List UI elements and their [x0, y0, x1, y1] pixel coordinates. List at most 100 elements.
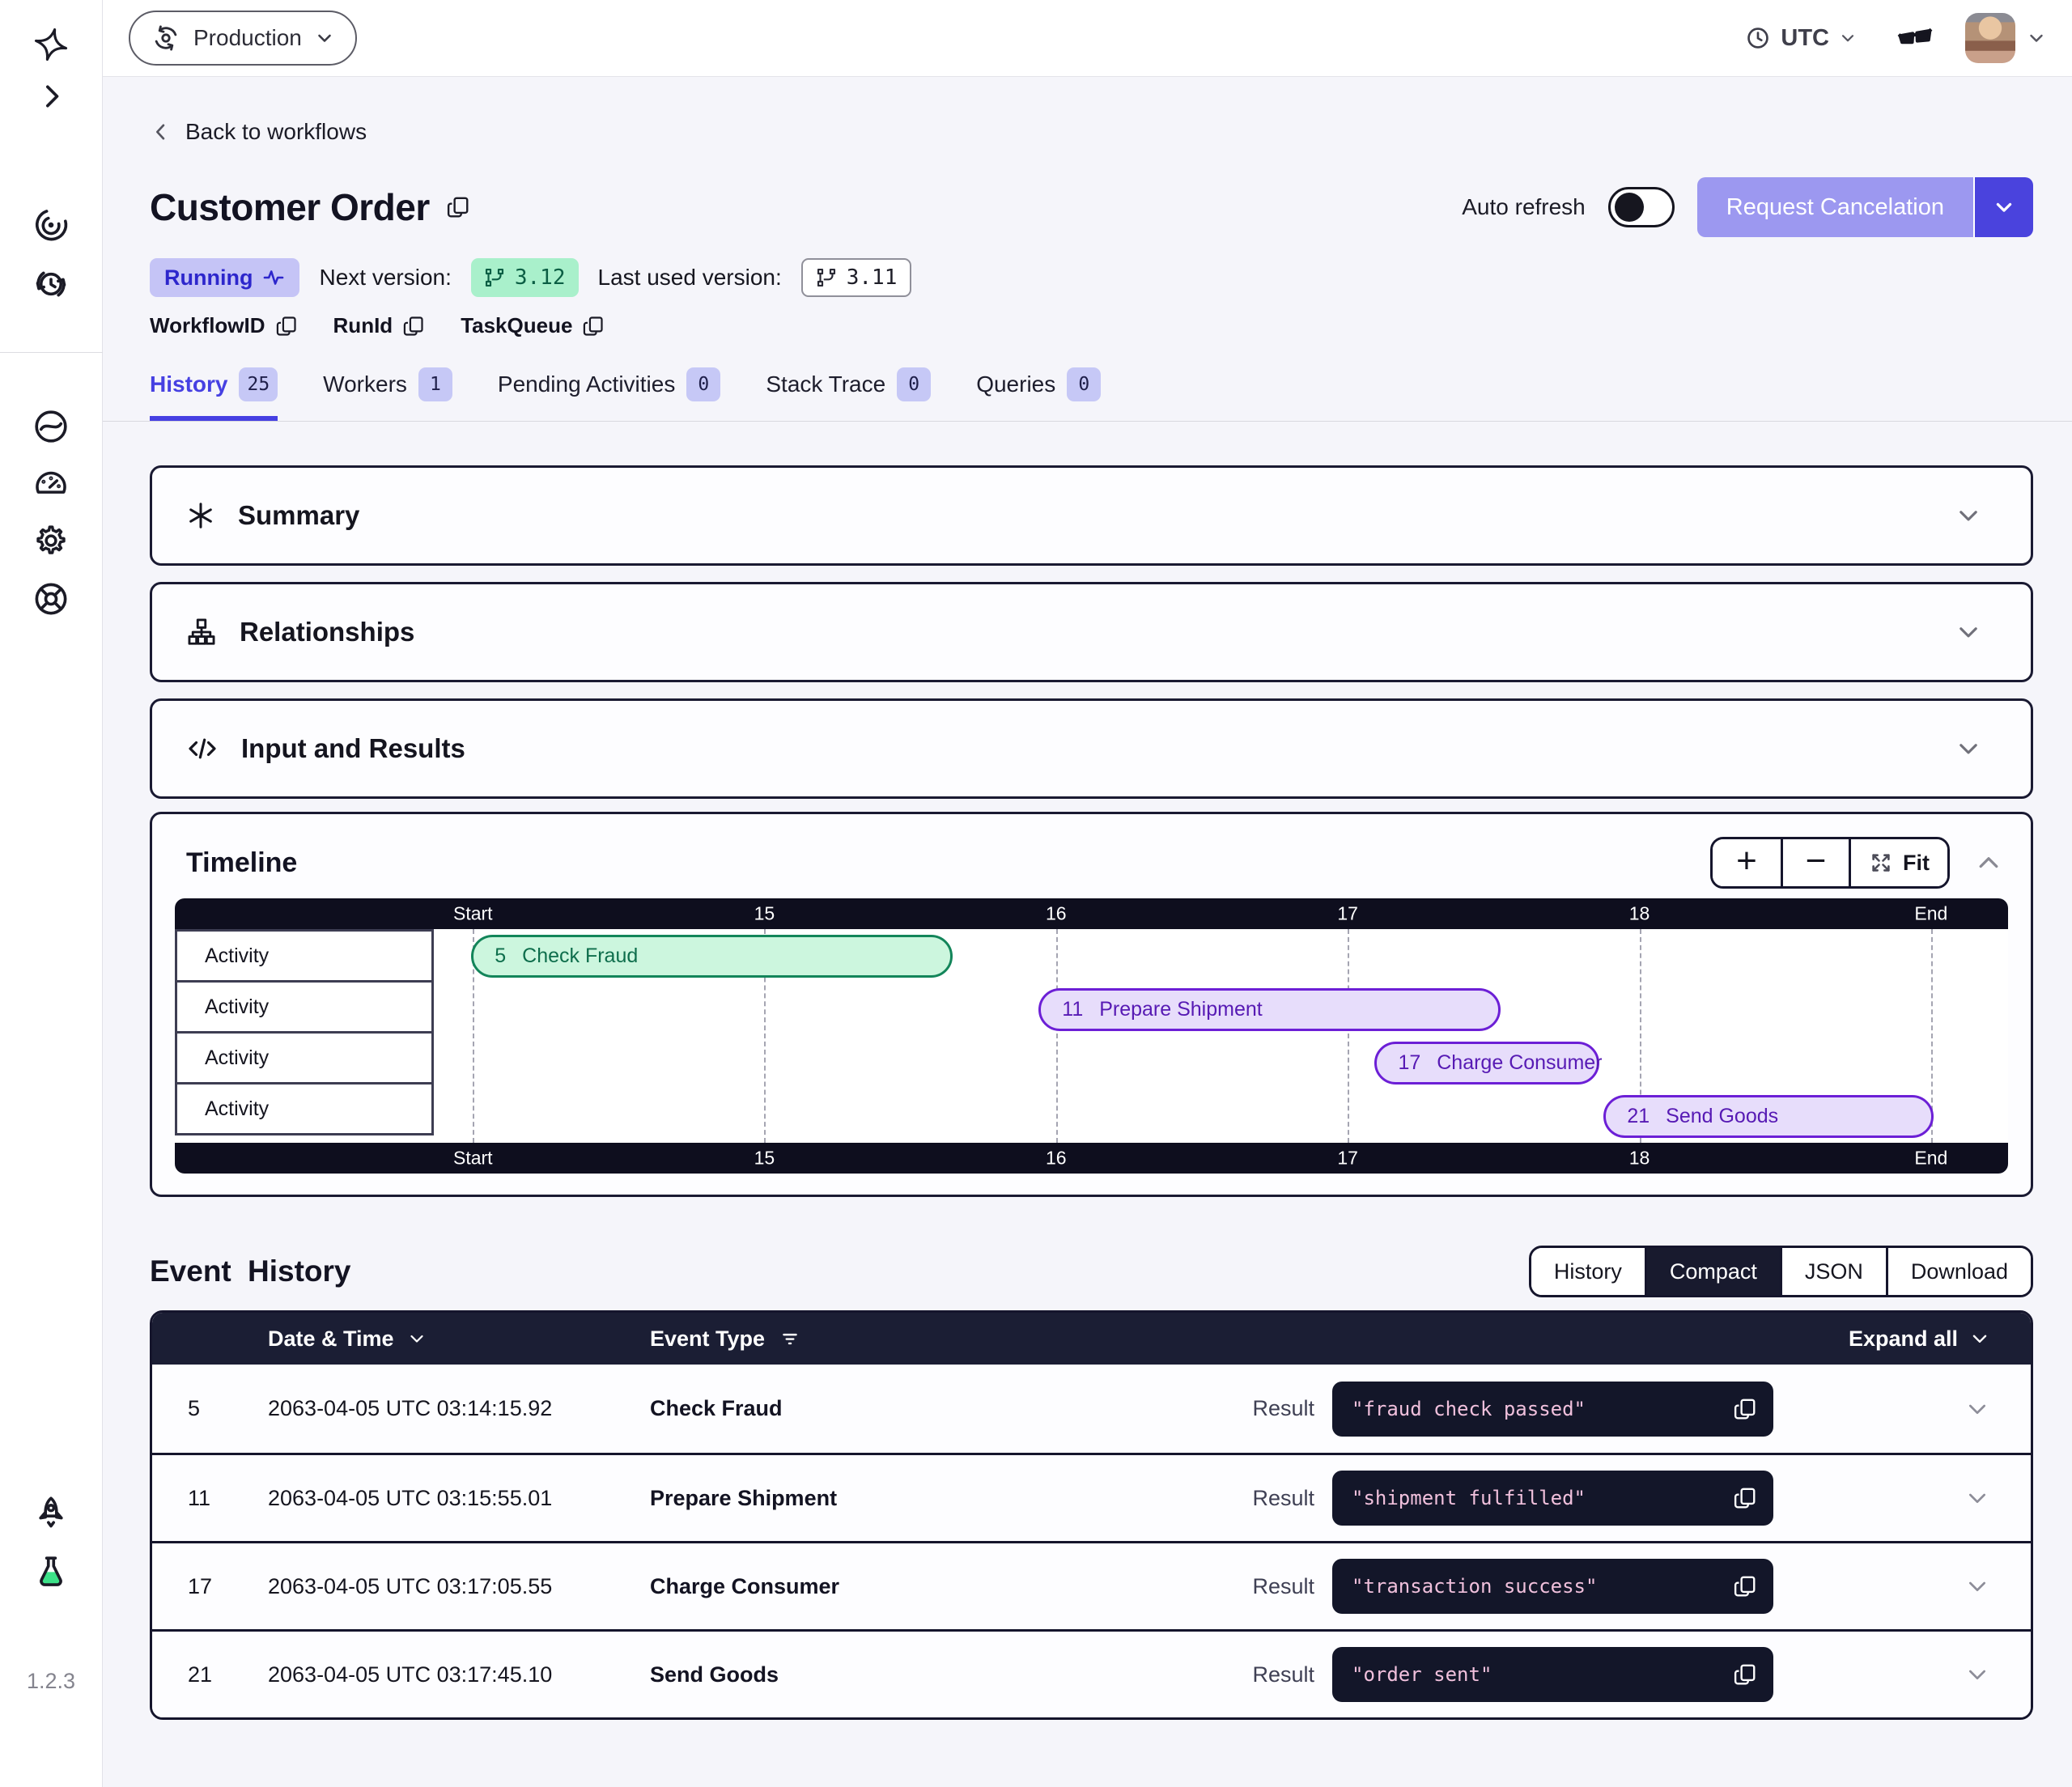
copy-result-icon[interactable]	[1733, 1486, 1757, 1510]
timezone-selector[interactable]: UTC	[1745, 25, 1857, 52]
timeline-header: Timeline + − Fit	[152, 814, 2031, 889]
event-type: Send Goods	[650, 1662, 1252, 1687]
sidebar-settings-gear-icon[interactable]	[33, 523, 69, 558]
chevron-left-icon	[150, 121, 172, 143]
chevron-down-icon	[1955, 735, 1982, 762]
zoom-out-button[interactable]: −	[1781, 839, 1849, 886]
row-expand-chevron-icon[interactable]	[1773, 1662, 1990, 1687]
section-card-summary[interactable]: Summary	[150, 465, 2033, 566]
sidebar: 1.2.3	[0, 0, 103, 1787]
event-row-charge-consumer[interactable]: 172063-04-05 UTC 03:17:05.55Charge Consu…	[152, 1541, 2031, 1629]
bar-event-id: 21	[1627, 1105, 1650, 1128]
timeline-collapse-chevron-icon[interactable]	[1974, 848, 2003, 877]
event-row-send-goods[interactable]: 212063-04-05 UTC 03:17:45.10Send GoodsRe…	[152, 1629, 2031, 1717]
timeline-axis-bottom: Start15161718End	[175, 1143, 2008, 1174]
copy-icon	[275, 315, 298, 337]
copy-result-icon[interactable]	[1733, 1574, 1757, 1598]
result-label: Result	[1252, 1486, 1314, 1511]
user-avatar[interactable]	[1965, 13, 2015, 63]
tab-count-badge: 0	[897, 367, 931, 401]
chevron-down-icon	[1839, 29, 1857, 47]
run-id-copy[interactable]: RunId	[333, 313, 426, 338]
timeline-zoom-controls: + − Fit	[1710, 837, 1950, 889]
row-expand-chevron-icon[interactable]	[1773, 1396, 1990, 1422]
row-expand-chevron-icon[interactable]	[1773, 1573, 1990, 1599]
timeline-bar-charge-consumer[interactable]: 17Charge Consumer	[1374, 1042, 1599, 1085]
view-button-history[interactable]: History	[1531, 1248, 1645, 1295]
timeline-axis-top: Start15161718End	[175, 898, 2008, 929]
temporal-logo-icon[interactable]	[33, 27, 69, 62]
sidebar-rocket-icon[interactable]	[32, 1494, 70, 1533]
tab-history[interactable]: History25	[150, 367, 278, 421]
bar-event-label: Prepare Shipment	[1099, 998, 1263, 1021]
task-queue-label: TaskQueue	[461, 313, 572, 338]
sidebar-expand-chevron-icon[interactable]	[35, 80, 67, 112]
sidebar-schedules-icon[interactable]	[32, 265, 70, 303]
event-type: Check Fraud	[650, 1396, 1252, 1421]
timeline-row-label: Activity	[175, 1031, 434, 1085]
workflow-title: Customer Order	[150, 185, 430, 229]
event-timestamp: 2063-04-05 UTC 03:17:45.10	[268, 1662, 650, 1687]
timeline-bar-prepare-shipment[interactable]: 11 Prepare Shipment	[1038, 988, 1500, 1031]
event-type-label: Event Type	[650, 1326, 765, 1352]
workflow-id-copy[interactable]: WorkflowID	[150, 313, 298, 338]
user-menu-chevron-icon[interactable]	[2027, 28, 2046, 48]
view-button-download[interactable]: Download	[1886, 1248, 2031, 1295]
timeline-row-labels: ActivityActivityActivityActivity	[175, 929, 434, 1143]
view-button-compact[interactable]: Compact	[1645, 1248, 1780, 1295]
timeline-tick-label: Start	[453, 1148, 493, 1169]
result-label: Result	[1252, 1396, 1314, 1421]
section-card-input-and-results[interactable]: Input and Results	[150, 698, 2033, 799]
expand-all-button[interactable]: Expand all	[1849, 1326, 1990, 1352]
tab-pending-activities[interactable]: Pending Activities0	[498, 367, 720, 421]
sidebar-usage-gauge-icon[interactable]	[33, 466, 69, 502]
event-history-title: Event History	[150, 1254, 351, 1288]
view-button-json[interactable]: JSON	[1780, 1248, 1886, 1295]
task-queue-copy[interactable]: TaskQueue	[461, 313, 605, 338]
timeline-tick-label: 15	[754, 1148, 775, 1169]
event-row-check-fraud[interactable]: 52063-04-05 UTC 03:14:15.92Check FraudRe…	[152, 1365, 2031, 1453]
event-type-column-header[interactable]: Event Type	[650, 1326, 1849, 1352]
event-type: Prepare Shipment	[650, 1486, 1252, 1511]
auto-refresh-toggle[interactable]	[1608, 187, 1675, 227]
tab-queries[interactable]: Queries0	[976, 367, 1101, 421]
tab-count-badge: 0	[1067, 367, 1101, 401]
status-label: Running	[164, 265, 253, 291]
date-time-column-header[interactable]: Date & Time	[268, 1326, 650, 1352]
sidebar-labs-flask-icon[interactable]	[32, 1553, 70, 1590]
back-to-workflows-link[interactable]: Back to workflows	[150, 119, 367, 145]
sidebar-nexus-icon[interactable]	[32, 408, 70, 445]
timeline-bar-send-goods[interactable]: 21Send Goods	[1603, 1095, 1933, 1138]
bar-event-id: 11	[1062, 998, 1083, 1021]
timeline-tick-label: 15	[754, 903, 775, 925]
timeline-chart: Start15161718End ActivityActivityActivit…	[175, 898, 2008, 1174]
tab-workers[interactable]: Workers1	[323, 367, 452, 421]
app-version-label: 1.2.3	[27, 1669, 75, 1694]
row-expand-chevron-icon[interactable]	[1773, 1485, 1990, 1511]
fit-label: Fit	[1903, 851, 1930, 876]
event-row-prepare-shipment[interactable]: 112063-04-05 UTC 03:15:55.01Prepare Ship…	[152, 1453, 2031, 1541]
namespace-selector[interactable]: Production	[129, 11, 357, 66]
zoom-fit-button[interactable]: Fit	[1849, 839, 1947, 886]
sidebar-deployments-icon[interactable]	[32, 580, 70, 618]
timeline-tick-label: 16	[1046, 903, 1067, 925]
section-card-relationships[interactable]: Relationships	[150, 582, 2033, 682]
sidebar-workflows-icon[interactable]	[32, 206, 70, 244]
main-content: Back to workflows Customer Order Auto re…	[103, 77, 2072, 1787]
timeline-bar-check-fraud[interactable]: 5Check Fraud	[471, 935, 953, 978]
back-link-label: Back to workflows	[185, 119, 367, 145]
copy-result-icon[interactable]	[1733, 1662, 1757, 1687]
request-cancelation-button[interactable]: Request Cancelation	[1697, 177, 1973, 237]
copy-result-icon[interactable]	[1733, 1397, 1757, 1421]
zoom-in-button[interactable]: +	[1713, 839, 1781, 886]
tab-stack-trace[interactable]: Stack Trace0	[766, 367, 931, 421]
event-history-table-header: Date & Time Event Type Expand all	[152, 1313, 2031, 1365]
section-label: Summary	[238, 500, 359, 531]
request-cancelation-menu-button[interactable]	[1973, 177, 2033, 237]
bar-event-id: 5	[495, 944, 506, 968]
timeline-tick-label: 16	[1046, 1148, 1067, 1169]
copy-title-icon[interactable]	[446, 195, 470, 219]
next-version-label: Next version:	[319, 265, 451, 291]
glasses-icon[interactable]	[1896, 19, 1934, 57]
copy-icon	[402, 315, 425, 337]
